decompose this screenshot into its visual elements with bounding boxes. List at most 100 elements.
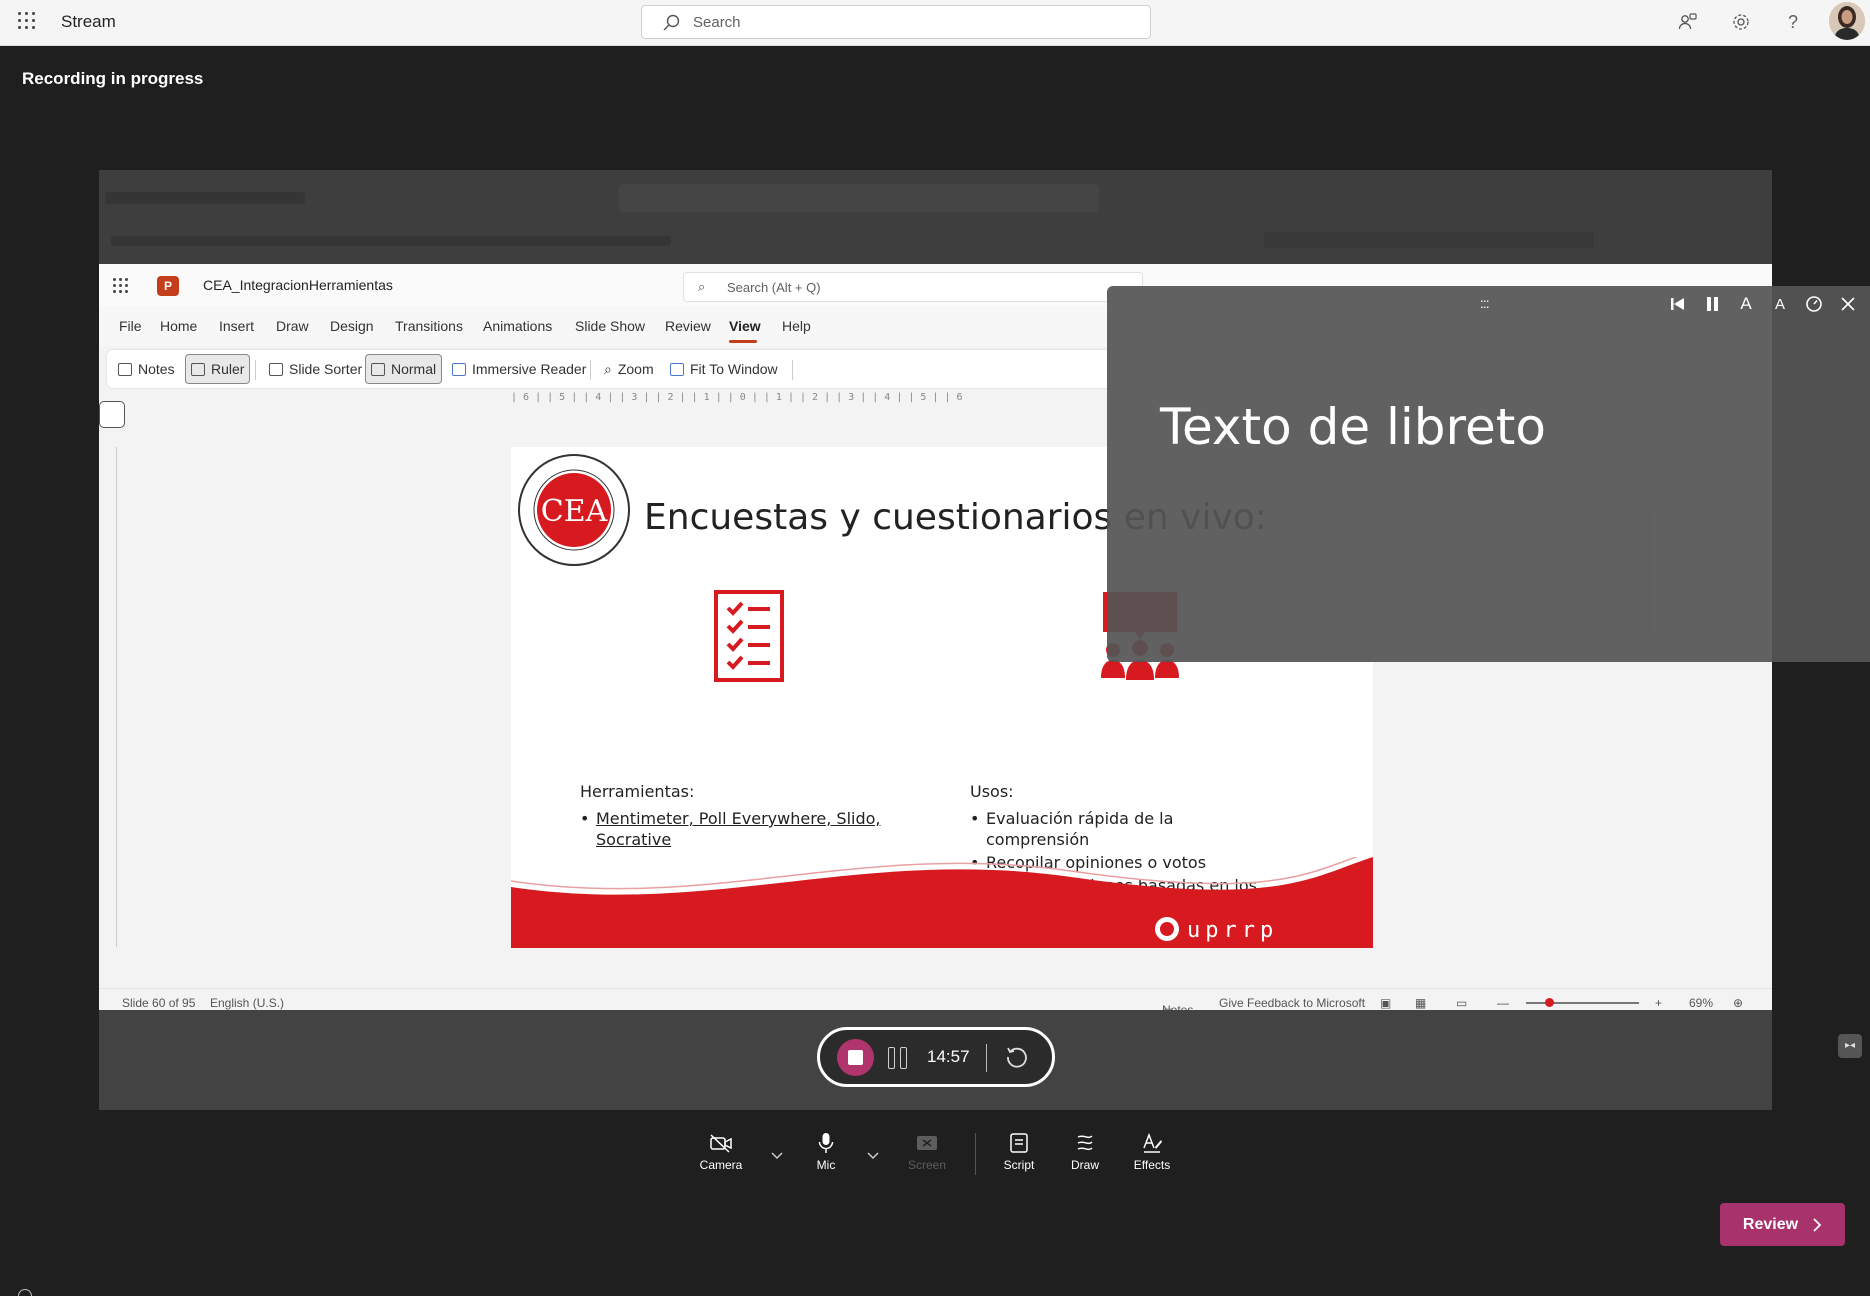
help-icon[interactable]: ? <box>1780 9 1806 35</box>
people-icon[interactable] <box>1675 9 1701 35</box>
ppt-app-launcher-icon[interactable] <box>113 278 129 294</box>
tools-heading: Herramientas: <box>580 782 695 801</box>
presenter-status-icon[interactable]: ▭ <box>1456 996 1467 1010</box>
camera-options-chevron-icon[interactable] <box>769 1147 785 1163</box>
uses-heading: Usos: <box>970 782 1014 801</box>
notes-icon <box>118 362 132 376</box>
mic-button[interactable]: Mic <box>796 1130 856 1178</box>
zoom-percent[interactable]: 69% <box>1689 996 1713 1010</box>
previous-icon[interactable] <box>1666 292 1690 316</box>
search-placeholder: Search <box>693 14 741 31</box>
pause-button[interactable] <box>888 1047 908 1069</box>
chevron-right-icon <box>1813 1217 1822 1232</box>
teleprompter-overlay[interactable]: ::: A A Texto de libreto <box>1107 286 1870 662</box>
pause-icon <box>900 1047 907 1069</box>
brand-text: uprrp <box>1187 918 1278 943</box>
toolbar-divider <box>792 360 793 380</box>
slide-pane-toggle[interactable] <box>99 401 125 428</box>
zoom-icon: ⌕ <box>604 360 612 377</box>
ppt-search-icon: ⌕ <box>698 279 706 294</box>
tools-list: Mentimeter, Poll Everywhere, Slido, Socr… <box>580 808 920 852</box>
info-icon[interactable] <box>18 1289 32 1296</box>
menu-view[interactable]: View <box>729 318 761 334</box>
camera-button[interactable]: Camera <box>691 1130 751 1178</box>
font-decrease-icon[interactable]: A <box>1768 292 1792 316</box>
menu-file[interactable]: File <box>119 318 142 334</box>
immersive-reader-icon <box>452 362 466 376</box>
review-button[interactable]: Review <box>1720 1203 1845 1246</box>
menu-design[interactable]: Design <box>330 318 374 334</box>
menu-home[interactable]: Home <box>160 318 197 334</box>
notes-button[interactable]: Notes <box>113 354 180 384</box>
menu-help[interactable]: Help <box>782 318 811 334</box>
menu-insert[interactable]: Insert <box>219 318 254 334</box>
feedback-link[interactable]: Give Feedback to Microsoft <box>1219 996 1365 1010</box>
menu-transitions[interactable]: Transitions <box>395 318 463 334</box>
fit-to-window-label: Fit To Window <box>690 361 778 377</box>
stop-recording-button[interactable] <box>837 1039 874 1076</box>
script-button[interactable]: Script <box>989 1130 1049 1178</box>
checklist-icon <box>714 590 784 682</box>
script-label: Script <box>1003 1158 1035 1172</box>
pause-script-icon[interactable] <box>1700 292 1724 316</box>
recording-control-pill: 14:57 <box>817 1027 1055 1087</box>
tools-line-1: Mentimeter, Poll Everywhere, Slido, <box>596 809 881 828</box>
script-icon <box>989 1130 1049 1156</box>
recording-timer: 14:57 <box>927 1047 970 1066</box>
immersive-reader-button[interactable]: Immersive Reader <box>447 354 591 384</box>
menu-review[interactable]: Review <box>665 318 711 334</box>
fit-to-window-button[interactable]: Fit To Window <box>665 354 783 384</box>
search-icon <box>663 14 680 31</box>
gear-icon[interactable] <box>1728 9 1754 35</box>
ppt-filename[interactable]: CEA_IntegracionHerramientas <box>203 277 393 293</box>
pause-icon <box>888 1047 895 1069</box>
avatar[interactable] <box>1829 2 1865 40</box>
menu-animations[interactable]: Animations <box>483 318 552 334</box>
top-bar: Stream Search ? <box>0 0 1870 46</box>
ruler-label: Ruler <box>211 361 245 377</box>
powerpoint-logo-icon: P <box>157 276 179 296</box>
collapsed-panel-icon[interactable]: ▸◂ <box>1838 1034 1862 1058</box>
app-launcher-icon[interactable] <box>18 12 38 32</box>
uses-item: Evaluación rápida de la comprensión <box>970 808 1270 850</box>
fit-slide-icon[interactable]: ⊕ <box>1733 996 1743 1010</box>
drag-handle-icon[interactable]: ::: <box>1480 295 1490 311</box>
zoom-out-icon[interactable]: — <box>1497 996 1509 1010</box>
zoom-slider-thumb[interactable] <box>1544 998 1554 1007</box>
font-increase-icon[interactable]: A <box>1734 292 1758 316</box>
zoom-slider[interactable] <box>1526 1002 1639 1004</box>
menu-draw[interactable]: Draw <box>276 318 309 334</box>
effects-button[interactable]: Effects <box>1122 1130 1182 1178</box>
pill-divider <box>986 1044 987 1072</box>
normal-view-status-icon[interactable]: ▣ <box>1380 996 1391 1010</box>
language-indicator[interactable]: English (U.S.) <box>210 996 284 1010</box>
mic-options-chevron-icon[interactable] <box>865 1147 881 1163</box>
zoom-in-icon[interactable]: + <box>1655 996 1662 1010</box>
slide-counter: Slide 60 of 95 <box>122 996 196 1010</box>
normal-view-button[interactable]: Normal <box>365 354 443 384</box>
menu-slide-show[interactable]: Slide Show <box>575 318 645 334</box>
camera-label: Camera <box>699 1158 743 1172</box>
zoom-button[interactable]: ⌕ Zoom <box>599 354 659 384</box>
speed-gauge-icon[interactable] <box>1802 292 1826 316</box>
restart-icon[interactable] <box>1004 1044 1030 1070</box>
cea-seal-logo: CEA <box>518 454 630 566</box>
camera-off-icon <box>691 1130 751 1156</box>
draw-icon <box>1055 1130 1115 1156</box>
ppt-search-input[interactable]: ⌕ Search (Alt + Q) <box>683 272 1143 302</box>
seal-letters: CEA <box>541 494 608 529</box>
ruler-button[interactable]: Ruler <box>185 354 251 384</box>
draw-button[interactable]: Draw <box>1055 1130 1115 1178</box>
normal-view-icon <box>371 362 385 376</box>
slide-sorter-status-icon[interactable]: ▦ <box>1415 996 1426 1010</box>
slide-sorter-button[interactable]: Slide Sorter <box>264 354 367 384</box>
ppt-search-placeholder: Search (Alt + Q) <box>727 280 821 295</box>
search-input[interactable]: Search <box>641 5 1151 39</box>
script-text: Texto de libreto <box>1160 398 1546 456</box>
fit-to-window-icon <box>670 362 684 376</box>
zoom-label: Zoom <box>617 361 654 377</box>
app-title: Stream <box>61 12 116 31</box>
screen-button[interactable]: Screen <box>897 1130 957 1178</box>
tools-list-item[interactable]: Mentimeter, Poll Everywhere, Slido, Socr… <box>580 808 920 850</box>
close-icon[interactable] <box>1836 292 1860 316</box>
